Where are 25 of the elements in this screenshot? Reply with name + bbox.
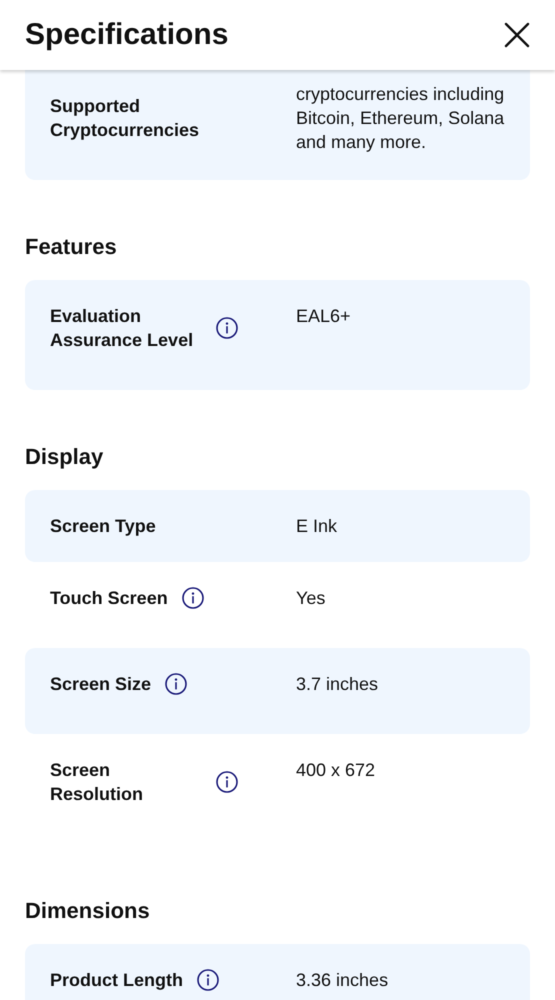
section-heading: Features <box>25 234 118 260</box>
info-icon[interactable] <box>216 771 238 793</box>
info-icon[interactable] <box>182 587 204 609</box>
spec-value: cryptocurrencies including Bitcoin, Ethereum, Solana and many more. <box>296 83 505 154</box>
spec-value: EAL6+ <box>296 305 352 328</box>
section-heading: Display <box>25 444 104 470</box>
info-icon[interactable] <box>165 673 188 695</box>
info-icon[interactable] <box>216 317 238 339</box>
spec-value: 3.36 inches <box>296 969 390 992</box>
spec-value: Yes <box>296 587 326 610</box>
spec-value: E Ink <box>296 515 338 538</box>
spec-label: Screen Resolution <box>50 759 144 806</box>
spec-label: Product Length <box>50 969 183 992</box>
spec-label: Evaluation Assurance Level <box>50 305 194 352</box>
spec-value: 3.7 inches <box>296 673 380 696</box>
spec-label: Screen Type <box>50 515 156 538</box>
close-icon <box>504 22 530 48</box>
spec-label: Supported Cryptocurrencies <box>50 95 200 142</box>
spec-value: 400 x 672 <box>296 759 376 782</box>
spec-label: Touch Screen <box>50 587 168 610</box>
spec-label: Screen Size <box>50 673 152 696</box>
close-button[interactable] <box>504 22 530 48</box>
page-title: Specifications <box>25 18 228 52</box>
section-heading: Dimensions <box>25 898 151 924</box>
info-icon[interactable] <box>197 969 219 991</box>
